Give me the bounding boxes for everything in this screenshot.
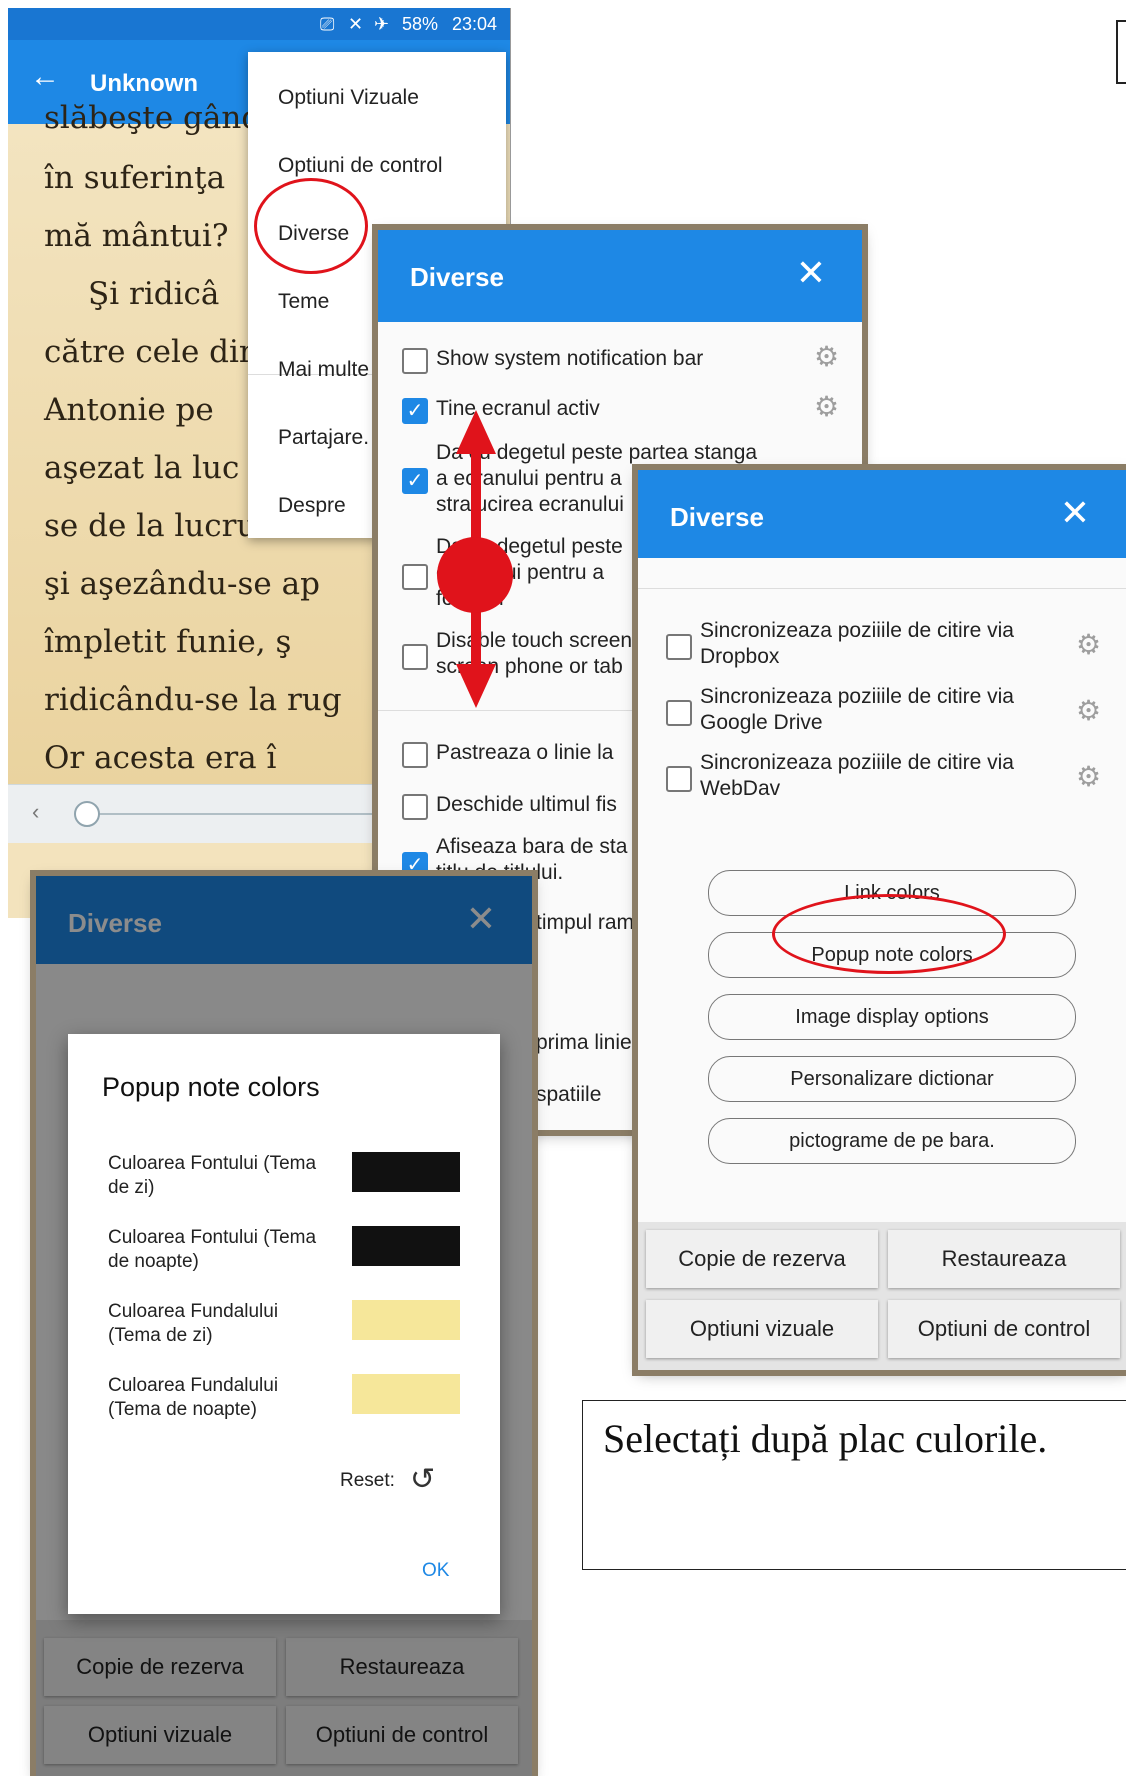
option-label: Pastreaza o linie la <box>436 741 614 764</box>
close-icon[interactable]: ✕ <box>796 252 826 294</box>
option-label: a ecranului pentru a <box>436 467 622 490</box>
sync-label: Sincronizeaza poziiile de citire via <box>700 751 1014 774</box>
book-line: mă mântui? <box>44 218 229 254</box>
checkbox-keep-screen-on[interactable]: ✓ <box>402 398 428 424</box>
slider-thumb[interactable] <box>74 801 100 827</box>
checkbox-sync-google-drive[interactable] <box>666 700 692 726</box>
color-swatch[interactable] <box>352 1226 460 1266</box>
color-swatch[interactable] <box>352 1152 460 1192</box>
book-line: se de la lucru <box>44 508 257 544</box>
reset-label: Reset: <box>340 1470 395 1491</box>
checkbox-sync-dropbox[interactable] <box>666 634 692 660</box>
option-label: prima linie <box>536 1031 632 1054</box>
menu-item-partajare[interactable]: Partajare. <box>278 426 369 450</box>
caption-text: Selectați după plac culorile. <box>603 1416 1048 1461</box>
book-title: Unknown <box>90 70 198 97</box>
checkbox-status-bar[interactable]: ✓ <box>402 852 428 878</box>
checkbox-disable-touch[interactable] <box>402 644 428 670</box>
reset-icon[interactable]: ↺ <box>410 1462 435 1497</box>
book-line: în suferinţa <box>44 160 226 196</box>
gear-icon[interactable]: ⚙ <box>1076 760 1101 793</box>
gear-icon[interactable]: ⚙ <box>1076 694 1101 727</box>
mute-icon: ✕ <box>348 14 364 34</box>
dialog-header: Diverse ✕ <box>378 230 862 322</box>
image-display-options-button[interactable]: Image display options <box>708 994 1076 1040</box>
checkbox-notification-bar[interactable] <box>402 348 428 374</box>
book-line: Antonie pe <box>44 392 214 428</box>
highlight-oval <box>772 894 1006 974</box>
caption-box: Selectați după plac culorile. <box>582 1400 1126 1570</box>
backup-button[interactable]: Copie de rezerva <box>646 1230 878 1288</box>
touch-point-dot <box>437 537 513 613</box>
sync-label: Dropbox <box>700 645 780 668</box>
gear-icon[interactable]: ⚙ <box>814 390 839 423</box>
option-label: Disable touch screen <box>436 629 633 652</box>
sync-label: Sincronizeaza poziiile de citire via <box>700 619 1014 642</box>
book-line: Şi ridicâ <box>88 276 220 312</box>
ok-button[interactable]: OK <box>422 1560 449 1582</box>
book-line: ridicându-se la rug <box>44 682 342 718</box>
sync-label: WebDav <box>700 777 781 800</box>
book-line: Or acesta era î <box>44 740 277 776</box>
diverse-dialog-sync: Diverse ✕ Sincronizeaza poziiile de citi… <box>638 470 1126 1370</box>
checkbox-keep-line[interactable] <box>402 742 428 768</box>
color-label: Culoarea Fontului (Tema de zi) <box>108 1153 317 1198</box>
option-label: Afiseaza bara de sta <box>436 835 628 858</box>
color-swatch[interactable] <box>352 1300 460 1340</box>
visual-options-button[interactable]: Optiuni vizuale <box>646 1300 878 1358</box>
frame-edge <box>1116 20 1126 84</box>
option-label: Deschide ultimul fis <box>436 793 617 816</box>
sync-label: Sincronizeaza poziiile de citire via <box>700 685 1014 708</box>
book-line: împletit funie, ş <box>44 624 292 660</box>
dialog-header: Diverse ✕ <box>638 470 1126 558</box>
book-line: aşezat la luc <box>44 450 240 486</box>
arrow-up-icon <box>456 410 496 454</box>
divider <box>638 588 1126 589</box>
book-line: şi aşezându-se ap <box>44 566 320 602</box>
highlight-circle <box>254 178 368 274</box>
option-label: timpul ram <box>536 911 635 934</box>
gear-icon[interactable]: ⚙ <box>814 340 839 373</box>
menu-item-teme[interactable]: Teme <box>278 290 329 314</box>
menu-item-optiuni-de-control[interactable]: Optiuni de control <box>278 154 443 178</box>
color-label: Culoarea Fundalului (Tema de noapte) <box>108 1375 279 1420</box>
option-label: Show system notification bar <box>436 347 704 370</box>
menu-item-optiuni-vizuale[interactable]: Optiuni Vizuale <box>278 86 419 110</box>
dialog-title: Diverse <box>670 502 764 532</box>
cast-icon: ⎚ <box>320 14 335 34</box>
color-label: Culoarea Fundalului (Tema de zi) <box>108 1301 279 1346</box>
book-line: către cele din <box>44 334 259 370</box>
checkbox-brightness-swipe[interactable]: ✓ <box>402 468 428 494</box>
menu-item-mai-multe[interactable]: Mai multe <box>278 358 369 382</box>
popup-title: Popup note colors <box>102 1072 320 1102</box>
color-label: Culoarea Fontului (Tema de noapte) <box>108 1227 317 1272</box>
close-icon[interactable]: ✕ <box>1060 492 1090 534</box>
menu-item-despre[interactable]: Despre <box>278 494 346 518</box>
option-label: stralucirea ecranului <box>436 493 624 516</box>
diverse-dialog-popup-colors: Diverse ✕ Copie de rezerva Restaureaza O… <box>36 876 532 1776</box>
back-arrow-icon[interactable]: ← <box>30 60 60 94</box>
sync-label: Google Drive <box>700 711 823 734</box>
checkbox-font-swipe[interactable] <box>402 564 428 590</box>
checkbox-open-last-file[interactable] <box>402 794 428 820</box>
airplane-icon: ✈ <box>374 14 390 34</box>
option-label: spatiile <box>536 1083 602 1106</box>
gear-icon[interactable]: ⚙ <box>1076 628 1101 661</box>
battery-level: 58% <box>402 14 439 34</box>
checkbox-sync-webdav[interactable] <box>666 766 692 792</box>
book-line: slăbeşte gând <box>44 100 262 136</box>
dialog-title: Diverse <box>410 262 504 292</box>
restore-button[interactable]: Restaureaza <box>888 1230 1120 1288</box>
arrow-down-icon <box>456 664 496 708</box>
color-swatch[interactable] <box>352 1374 460 1414</box>
control-options-button[interactable]: Optiuni de control <box>888 1300 1120 1358</box>
chevron-left-icon[interactable]: ‹ <box>32 799 39 825</box>
toolbar-icons-button[interactable]: pictograme de pe bara. <box>708 1118 1076 1164</box>
popup-note-colors-dialog: Popup note colors Culoarea Fontului (Tem… <box>68 1034 500 1614</box>
dictionary-button[interactable]: Personalizare dictionar <box>708 1056 1076 1102</box>
clock: 23:04 <box>452 14 498 34</box>
status-bar: ⎚ ✕ ✈ 58% 23:04 <box>8 8 510 40</box>
